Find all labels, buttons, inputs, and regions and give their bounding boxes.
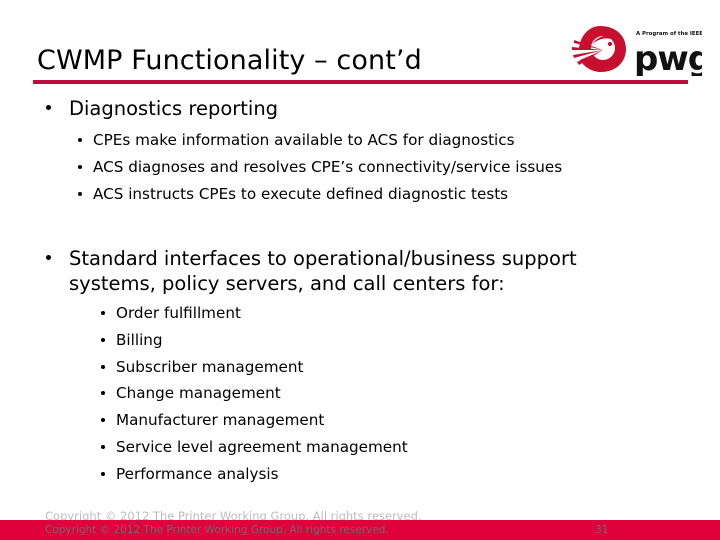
- slide-body: Diagnostics reporting CPEs make informat…: [0, 96, 720, 496]
- sub-bullet-text: CPEs make information available to ACS f…: [93, 131, 515, 149]
- diagnostics-sublist: CPEs make information available to ACS f…: [69, 127, 720, 208]
- sub-bullet-text: Manufacturer management: [116, 411, 325, 430]
- bullet-level1-text: Standard interfaces to operational/busin…: [69, 247, 577, 295]
- list-item: Order fulfillment: [99, 300, 720, 327]
- title-underline-rule: [33, 80, 688, 84]
- bullet-dot-icon: [101, 337, 105, 342]
- slide-canvas: CWMP Functionality – cont’d A Program of…: [0, 0, 720, 540]
- sub-bullet-text: Performance analysis: [116, 464, 279, 483]
- sub-bullet-text: ACS instructs CPEs to execute defined di…: [93, 185, 509, 203]
- sub-bullet-text: Change management: [116, 384, 281, 403]
- bullet-dot-icon: [101, 471, 105, 476]
- bullet-diagnostics-reporting: Diagnostics reporting CPEs make informat…: [43, 96, 720, 208]
- sub-bullet-text: Order fulfillment: [116, 304, 241, 322]
- list-item: CPEs make information available to ACS f…: [76, 127, 720, 154]
- sub-bullet-text: Billing: [116, 330, 163, 349]
- sub-bullet-text: ACS diagnoses and resolves CPE’s connect…: [93, 158, 563, 176]
- outline-level-1-list: Diagnostics reporting CPEs make informat…: [0, 96, 720, 488]
- bullet-dot-icon: [101, 311, 105, 315]
- bullet-dot-icon: [101, 364, 105, 369]
- bullet-dot-icon: [78, 165, 82, 169]
- list-item: Change management: [99, 380, 720, 407]
- logo-tagline-text: A Program of the IEEE-ISTO: [636, 31, 702, 37]
- page-number: 31: [595, 524, 609, 536]
- bullet-dot-icon: [78, 138, 82, 142]
- outline-spacer: [0, 208, 720, 246]
- list-item: ACS diagnoses and resolves CPE’s connect…: [76, 154, 720, 181]
- standard-interfaces-sublist: Order fulfillment Billing Subscriber man…: [92, 300, 720, 488]
- bullet-dot-icon: [101, 418, 105, 423]
- list-item: Performance analysis: [99, 461, 720, 488]
- pwg-swoosh-mark: [572, 26, 626, 72]
- sub-bullet-text: Service level agreement management: [116, 437, 408, 456]
- pwg-logo: A Program of the IEEE-ISTO pwg: [570, 24, 702, 76]
- bullet-dot-icon: [46, 105, 51, 110]
- sub-bullet-text: Subscriber management: [116, 357, 304, 376]
- bullet-standard-interfaces: Standard interfaces to operational/busin…: [43, 246, 720, 488]
- bullet-dot-icon: [78, 192, 82, 196]
- list-item: Subscriber management: [99, 354, 720, 381]
- footer-copyright: Copyright © 2012 The Printer Working Gro…: [45, 524, 389, 536]
- page-title: CWMP Functionality – cont’d: [37, 45, 422, 76]
- bullet-dot-icon: [101, 444, 105, 449]
- logo-wordmark-text: pwg: [634, 39, 702, 76]
- list-item: Service level agreement management: [99, 434, 720, 461]
- list-item: Billing: [99, 327, 720, 354]
- list-item: Manufacturer management: [99, 407, 720, 434]
- bullet-dot-icon: [101, 391, 105, 396]
- bullet-level1-text: Diagnostics reporting: [69, 97, 279, 120]
- bullet-dot-icon: [46, 255, 51, 260]
- slide-header: CWMP Functionality – cont’d A Program of…: [0, 0, 720, 92]
- list-item: ACS instructs CPEs to execute defined di…: [76, 181, 720, 208]
